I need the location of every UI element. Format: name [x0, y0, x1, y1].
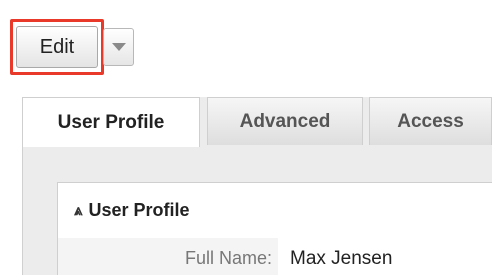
edit-button[interactable]: Edit: [16, 26, 98, 68]
collapse-up-icon[interactable]: ⩓: [74, 203, 82, 218]
tab-access[interactable]: Access: [369, 97, 492, 145]
full-name-value: Max Jensen: [290, 248, 393, 269]
panel-header[interactable]: ⩓ User Profile: [74, 197, 190, 223]
full-name-label: Full Name:: [184, 248, 272, 268]
tab-advanced[interactable]: Advanced: [207, 97, 363, 145]
tab-user-profile[interactable]: User Profile: [22, 97, 200, 147]
actions-dropdown-button[interactable]: [103, 28, 134, 66]
caret-down-icon: [111, 43, 126, 51]
panel-title: User Profile: [88, 199, 190, 220]
